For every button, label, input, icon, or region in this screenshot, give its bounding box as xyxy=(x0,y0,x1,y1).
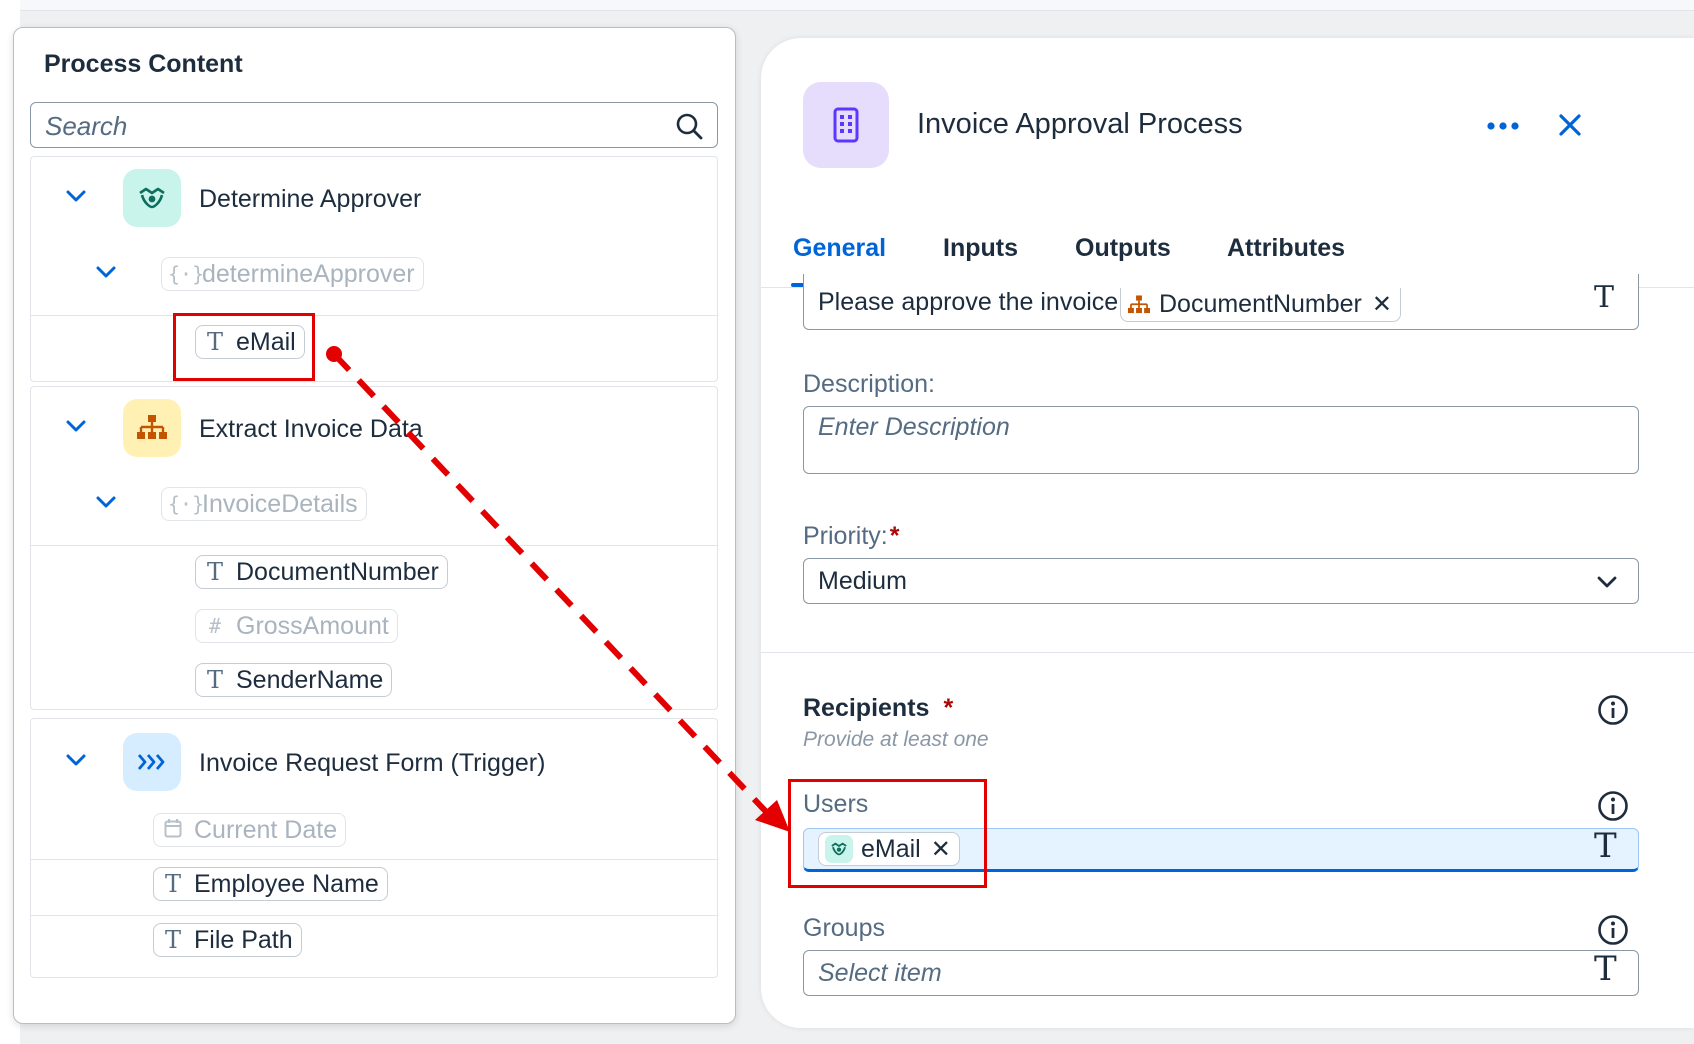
search-field[interactable] xyxy=(30,102,718,148)
divider xyxy=(31,315,717,316)
groups-field[interactable]: Select item T xyxy=(803,949,1639,996)
divider xyxy=(31,859,717,860)
divider xyxy=(31,545,717,546)
panel-title: Process Content xyxy=(44,50,243,78)
node-label: Determine Approver xyxy=(199,185,422,213)
process-content-popover: Process Content Determine Approver {·} d… xyxy=(13,27,736,1024)
dialog-title: Invoice Approval Process xyxy=(917,108,1243,140)
groups-placeholder: Select item xyxy=(818,959,942,987)
required-mark: * xyxy=(943,694,954,722)
info-icon[interactable] xyxy=(1597,914,1629,946)
field-token[interactable]: T SenderName xyxy=(195,663,393,697)
structure-token[interactable]: {·} InvoiceDetails xyxy=(161,487,367,521)
groups-label: Groups xyxy=(803,914,885,942)
field-token[interactable]: T DocumentNumber xyxy=(195,555,448,589)
structure-icon: {·} xyxy=(168,262,205,286)
search-input[interactable] xyxy=(43,109,647,143)
hierarchy-icon xyxy=(123,399,181,457)
text-type-icon[interactable]: T xyxy=(1594,949,1617,989)
subject-field[interactable]: Please approve the invoice DocumentNumbe… xyxy=(803,274,1639,330)
info-icon[interactable] xyxy=(1597,790,1629,822)
description-placeholder: Enter Description xyxy=(818,413,1010,441)
field-token[interactable]: Current Date xyxy=(153,813,347,847)
structure-icon: {·} xyxy=(168,492,205,516)
field-token[interactable]: T Employee Name xyxy=(153,867,388,901)
subject-text: Please approve the invoice xyxy=(818,288,1119,316)
group-invoice-request-form: Invoice Request Form (Trigger) Current D… xyxy=(30,718,718,978)
recipients-hint: Provide at least one xyxy=(803,728,989,751)
priority-label: Priority:* xyxy=(803,522,900,550)
divider xyxy=(31,915,717,916)
text-type-icon[interactable]: T xyxy=(1594,826,1617,866)
form-icon xyxy=(803,82,889,168)
text-type-icon: T xyxy=(206,666,223,694)
description-field[interactable]: Enter Description xyxy=(803,406,1639,474)
tab-attributes[interactable]: Attributes xyxy=(1227,234,1345,263)
text-type-icon: T xyxy=(164,870,181,898)
chevron-down-icon[interactable] xyxy=(93,259,119,285)
chevron-down-icon[interactable] xyxy=(63,183,89,209)
close-icon[interactable] xyxy=(1553,108,1587,142)
tab-outputs[interactable]: Outputs xyxy=(1075,234,1171,263)
required-mark: * xyxy=(889,522,900,550)
text-type-icon: T xyxy=(164,926,181,954)
search-icon[interactable] xyxy=(675,112,703,140)
chevron-down-icon[interactable] xyxy=(63,413,89,439)
subject-token[interactable]: DocumentNumber ✕ xyxy=(1120,288,1401,322)
divider xyxy=(761,652,1694,653)
recipients-title: Recipients * xyxy=(803,694,954,722)
hierarchy-icon xyxy=(1128,294,1150,313)
structure-token[interactable]: {·} determineApprover xyxy=(161,257,424,291)
calendar-icon xyxy=(160,818,186,843)
field-token[interactable]: # GrossAmount xyxy=(195,609,398,643)
highlight-box-source xyxy=(173,313,315,381)
chevron-down-icon[interactable] xyxy=(93,489,119,515)
description-label: Description: xyxy=(803,370,935,398)
group-extract-invoice-data: Extract Invoice Data {·} InvoiceDetails … xyxy=(30,386,718,710)
text-type-icon[interactable]: T xyxy=(1594,280,1614,315)
more-options-icon[interactable] xyxy=(1483,110,1523,142)
tab-general[interactable]: General xyxy=(793,234,886,263)
node-label: Invoice Request Form (Trigger) xyxy=(199,749,546,777)
tab-inputs[interactable]: Inputs xyxy=(943,234,1018,263)
background-top-bar xyxy=(0,0,1694,11)
chevron-down-icon[interactable] xyxy=(1594,569,1620,595)
priority-select[interactable]: Medium xyxy=(803,558,1639,604)
field-token[interactable]: T File Path xyxy=(153,923,302,957)
chevron-down-icon[interactable] xyxy=(63,747,89,773)
node-label: Extract Invoice Data xyxy=(199,415,423,443)
priority-value: Medium xyxy=(818,567,907,595)
handshake-icon xyxy=(123,169,181,227)
trigger-icon xyxy=(123,733,181,791)
remove-token-icon[interactable]: ✕ xyxy=(1372,290,1392,319)
group-determine-approver: Determine Approver {·} determineApprover… xyxy=(30,156,718,382)
highlight-box-target xyxy=(788,779,987,888)
number-type-icon: # xyxy=(208,614,222,638)
text-type-icon: T xyxy=(206,558,223,586)
info-icon[interactable] xyxy=(1597,694,1629,726)
